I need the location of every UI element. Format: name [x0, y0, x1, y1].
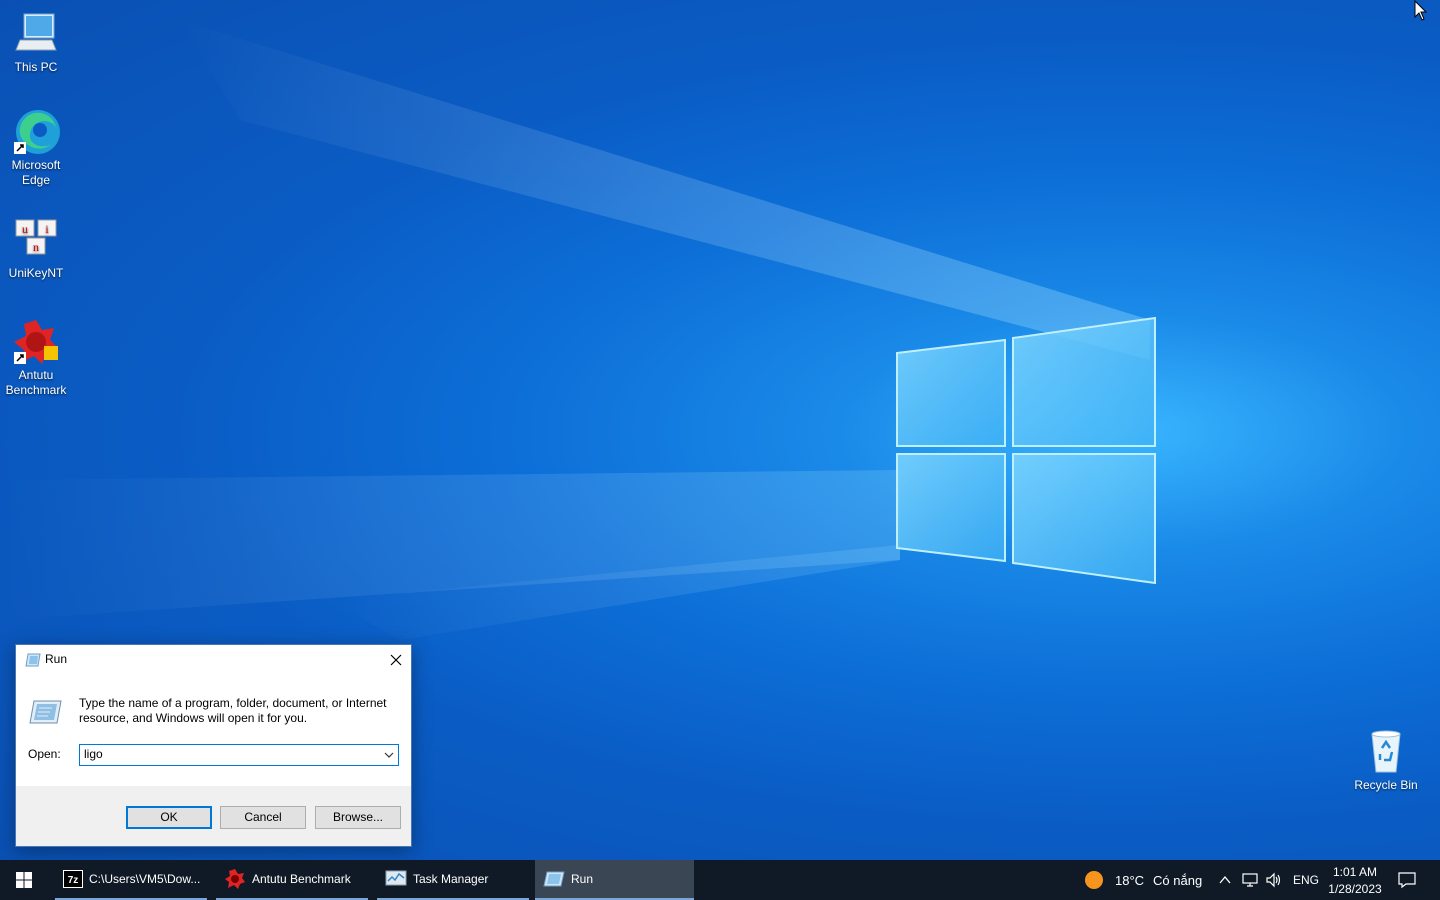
run-dialog-body: Type the name of a program, folder, docu…: [16, 674, 411, 786]
desktop-icon-label: This PC: [14, 60, 58, 74]
taskbar-app-run[interactable]: Run: [535, 860, 694, 900]
desktop-icon-label: UniKeyNT: [8, 266, 64, 280]
action-center-button[interactable]: [1398, 860, 1416, 900]
network-status[interactable]: [1242, 860, 1260, 900]
desktop-icon-antutu[interactable]: Antutu Benchmark: [0, 318, 72, 398]
run-program-icon: [28, 700, 62, 727]
run-icon: [25, 653, 41, 670]
taskbar-app-task-manager[interactable]: Task Manager: [377, 860, 529, 900]
open-combobox[interactable]: [79, 744, 399, 766]
antutu-icon: [225, 869, 245, 889]
desktop-icon-label: Antutu Benchmark: [5, 368, 67, 397]
weather-condition: Có nắng: [1153, 872, 1203, 888]
run-description: Type the name of a program, folder, docu…: [79, 696, 387, 725]
show-hidden-icons[interactable]: [1219, 860, 1231, 900]
notification-icon: [1398, 872, 1416, 889]
7zip-icon: 7z: [63, 870, 83, 888]
taskbar-app-antutu[interactable]: Antutu Benchmark: [216, 860, 368, 900]
clock-time: 1:01 AM: [1332, 864, 1378, 879]
ok-button[interactable]: OK: [126, 806, 212, 829]
run-title-bar[interactable]: Run: [16, 645, 411, 674]
browse-button[interactable]: Browse...: [315, 806, 401, 829]
input-language[interactable]: ENG: [1293, 860, 1319, 900]
weather-temp: 18°C: [1115, 872, 1145, 888]
close-button[interactable]: [381, 645, 411, 674]
speaker-icon: [1266, 872, 1281, 888]
clock-date: 1/28/2023: [1328, 881, 1382, 896]
weather-widget[interactable]: 18°C Có nắng: [1084, 860, 1202, 900]
sun-icon: [1085, 871, 1103, 889]
antutu-icon: [12, 318, 60, 366]
svg-text:u: u: [22, 222, 28, 236]
open-label-text: Open:: [28, 747, 61, 761]
start-button[interactable]: [0, 860, 48, 900]
run-title: Run: [45, 652, 68, 666]
clock[interactable]: 1:01 AM 1/28/2023: [1328, 860, 1382, 900]
run-icon: [543, 871, 565, 887]
taskbar-app-label: Run: [571, 872, 594, 886]
taskbar: 7z C:\Users\VM5\Dow... Antutu Benchmark …: [0, 860, 1440, 900]
cancel-button[interactable]: Cancel: [220, 806, 306, 829]
close-icon: [390, 654, 402, 665]
chevron-down-icon[interactable]: [383, 749, 395, 764]
mouse-cursor: [1414, 0, 1428, 21]
unikey-icon: u i n: [12, 216, 60, 264]
recycle-bin-icon: [1362, 728, 1410, 776]
desktop-icon-unikey[interactable]: u i n UniKeyNT: [0, 216, 72, 281]
network-icon: [1242, 873, 1258, 887]
language-text: ENG: [1293, 873, 1320, 887]
this-pc-icon: [12, 10, 60, 58]
taskbar-app-label: Task Manager: [413, 872, 489, 886]
run-dialog: Run Type the name of a program, folder, …: [15, 644, 412, 847]
edge-icon: [12, 108, 60, 156]
svg-text:n: n: [33, 240, 39, 254]
volume-control[interactable]: [1265, 860, 1283, 900]
taskbar-app-label: C:\Users\VM5\Dow...: [89, 872, 201, 886]
open-input[interactable]: [80, 745, 374, 763]
chevron-up-icon: [1219, 875, 1231, 884]
desktop-icon-recycle-bin[interactable]: Recycle Bin: [1350, 728, 1422, 793]
desktop-icon-edge[interactable]: Microsoft Edge: [0, 108, 72, 188]
windows-start-icon: [16, 872, 32, 888]
run-dialog-footer: OK Cancel Browse...: [16, 786, 411, 846]
desktop-icon-this-pc[interactable]: This PC: [0, 10, 72, 75]
svg-text:7z: 7z: [68, 875, 79, 886]
windows-logo: [896, 316, 1156, 585]
open-label: Open:: [28, 747, 61, 761]
desktop-icon-label: Microsoft Edge: [11, 158, 61, 187]
taskbar-app-label: Antutu Benchmark: [252, 872, 351, 886]
task-manager-icon: [385, 870, 407, 886]
taskbar-app-7zip[interactable]: 7z C:\Users\VM5\Dow...: [55, 860, 207, 900]
desktop-icon-label: Recycle Bin: [1354, 778, 1418, 792]
